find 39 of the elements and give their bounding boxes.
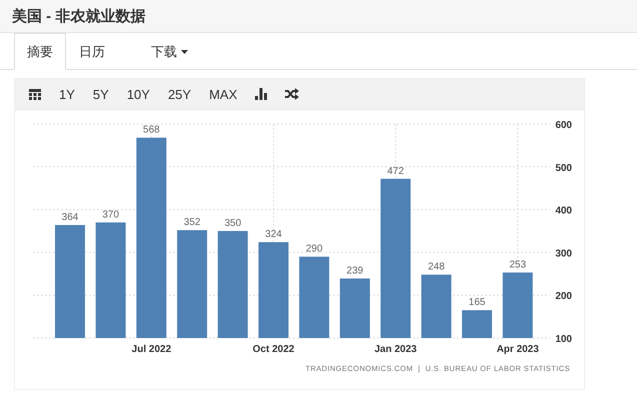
calendar-icon — [29, 88, 41, 100]
tab[interactable]: 摘要 — [14, 33, 66, 70]
x-axis-label: Oct 2022 — [252, 344, 294, 355]
bar-chart-icon — [255, 88, 268, 100]
x-axis-label: Jul 2022 — [132, 344, 172, 355]
data-label: 352 — [184, 217, 200, 228]
x-axis-label: Apr 2023 — [496, 344, 539, 355]
x-axis-label: Jan 2023 — [374, 344, 417, 355]
data-label: 248 — [428, 262, 445, 273]
data-label: 472 — [387, 166, 404, 177]
caret-icon — [181, 50, 188, 54]
range-button[interactable]: 5Y — [84, 82, 117, 106]
y-axis-label: 100 — [555, 334, 572, 345]
page-title: 美国 - 非农就业数据 — [0, 0, 637, 33]
range-button[interactable]: MAX — [201, 82, 246, 106]
bar — [340, 278, 370, 338]
data-label: 239 — [346, 266, 364, 276]
data-label: 165 — [468, 297, 486, 308]
y-axis-label: 500 — [555, 162, 572, 174]
data-label: 568 — [143, 124, 160, 136]
bar — [462, 310, 492, 338]
data-label: 370 — [102, 209, 120, 220]
data-label: 253 — [509, 260, 526, 271]
range-button[interactable]: 1Y — [51, 82, 83, 106]
data-label: 364 — [62, 212, 78, 223]
dropdown-tab[interactable]: 下载 — [138, 33, 201, 70]
data-label: 324 — [265, 229, 282, 240]
shuffle-icon — [285, 88, 300, 100]
range-button[interactable]: 10Y — [118, 82, 158, 106]
y-axis-label: 200 — [555, 291, 572, 302]
bar — [421, 274, 452, 338]
tab[interactable]: 日历 — [66, 33, 118, 70]
bar — [502, 272, 533, 338]
y-axis-label: 600 — [555, 120, 572, 131]
range-button[interactable]: 25Y — [160, 82, 200, 106]
y-axis-label: 400 — [555, 206, 572, 217]
y-axis-label: 300 — [555, 248, 572, 260]
data-label: 350 — [224, 218, 242, 229]
data-label: 290 — [306, 244, 323, 255]
